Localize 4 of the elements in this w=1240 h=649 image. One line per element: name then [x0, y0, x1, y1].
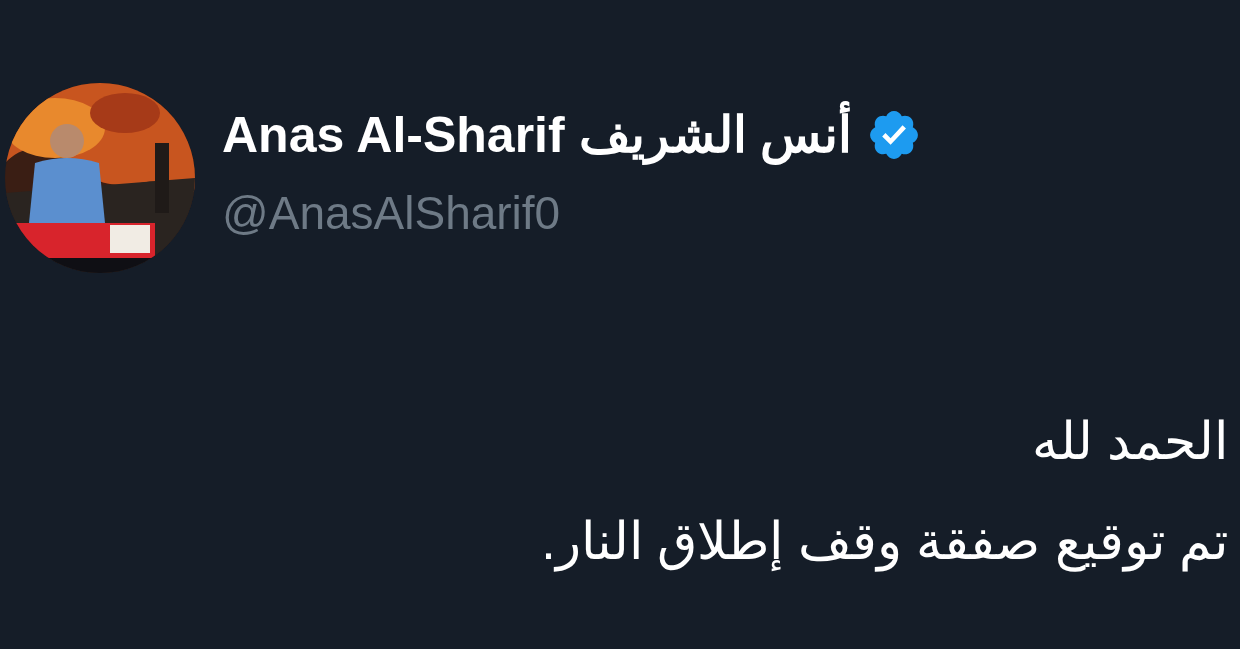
- tweet-text-line: تم توقيع صفقة وقف إطلاق النار.: [541, 511, 1228, 574]
- author-name: Anas Al-Sharif أنس الشريف: [222, 103, 853, 167]
- author-handle: @AnasAlSharif0: [222, 186, 562, 241]
- tweet-text-line: الحمد لله: [1031, 411, 1228, 472]
